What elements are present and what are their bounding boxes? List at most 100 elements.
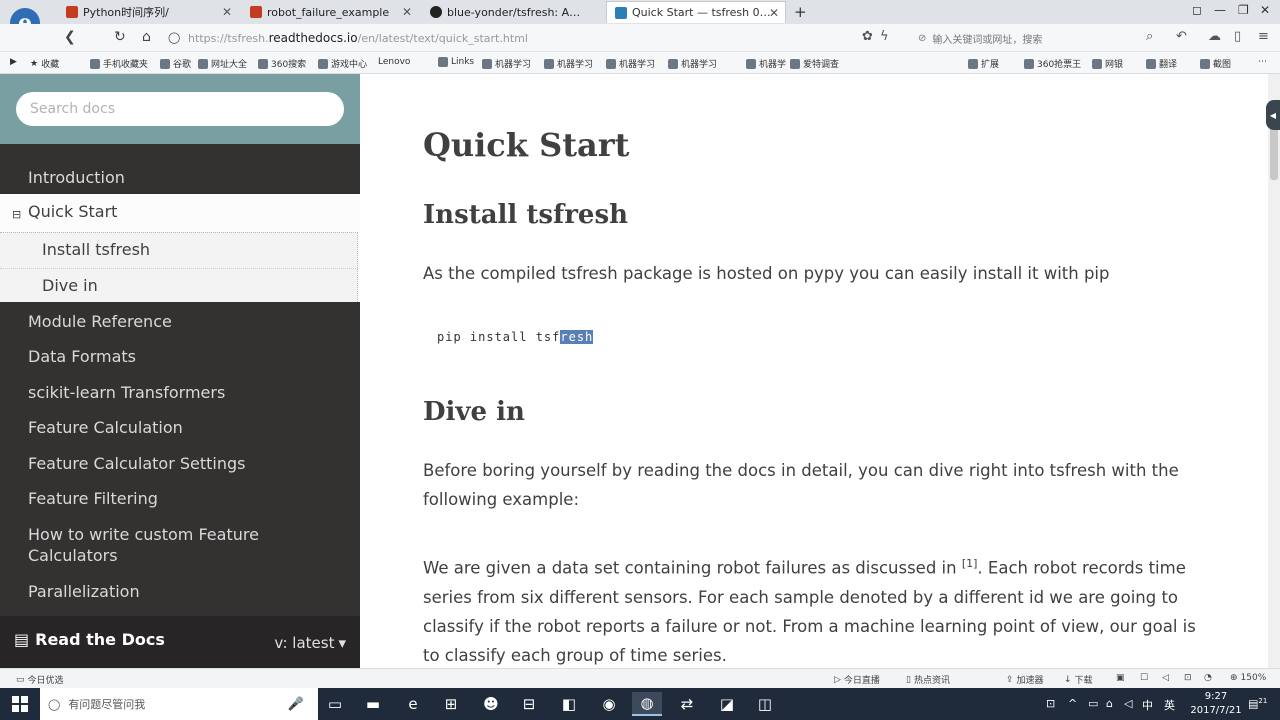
bookmark-item[interactable]: ★ 收藏 — [30, 57, 59, 71]
bookmark-item[interactable]: 爱特调查 — [790, 57, 839, 70]
app-icon[interactable]: ⊟ — [514, 692, 544, 716]
bookmark-item[interactable]: Lenovo — [378, 57, 410, 67]
bookmark-item[interactable]: Links — [438, 57, 474, 67]
bookmark-item[interactable]: 截图 — [1200, 57, 1231, 70]
compat-mode-icon[interactable]: ✿ — [862, 29, 873, 44]
status-news[interactable]: ▯ 热点资讯 — [906, 673, 950, 687]
language-indicator[interactable]: 英 — [1164, 697, 1175, 713]
citation-link[interactable]: [1] — [962, 557, 978, 570]
tray-icon[interactable]: ⊡ — [1046, 697, 1055, 710]
phone-icon[interactable]: ▯ — [1234, 29, 1241, 44]
status-daily-picks[interactable]: ▭ 今日优选 — [16, 673, 64, 687]
store-icon[interactable]: ⊞ — [436, 692, 466, 716]
sidebar-item-module-reference[interactable]: Module Reference — [28, 312, 172, 331]
bookmark-item[interactable]: 机器学习 — [606, 57, 655, 70]
status-icon[interactable]: ▣ — [1116, 673, 1125, 683]
search-input[interactable]: ⊘ 输入关键词或网址，搜索 — [918, 28, 1158, 48]
cortana-search-input[interactable]: ◯ 有问题尽管问我 🎤 — [40, 688, 318, 720]
app-icon[interactable]: ⇄ — [672, 692, 702, 716]
clock[interactable]: 9:27 2017/7/21 — [1190, 690, 1242, 718]
360-browser-icon[interactable]: ◉ — [594, 692, 624, 716]
more-icon[interactable]: ⋯ — [1258, 57, 1267, 67]
minimize-icon[interactable]: — — [1214, 3, 1226, 17]
volume-icon[interactable]: ◁ — [1124, 697, 1132, 710]
sidebar-item-sklearn-transformers[interactable]: scikit-learn Transformers — [28, 383, 225, 402]
app-icon[interactable]: ◫ — [750, 692, 780, 716]
windows-start-icon[interactable] — [12, 696, 28, 712]
status-icon[interactable]: ☐ — [1140, 673, 1148, 683]
app-icon[interactable]: ◧ — [554, 692, 584, 716]
bookmark-item[interactable]: 机器学 — [746, 57, 786, 70]
sidebar-item-calculator-settings[interactable]: Feature Calculator Settings — [28, 454, 246, 473]
notification-icon[interactable]: ▤21 — [1248, 697, 1267, 711]
sidebar-item-data-formats[interactable]: Data Formats — [28, 347, 136, 366]
search-input[interactable] — [16, 92, 344, 126]
bookmark-item[interactable]: 翻译 — [1146, 57, 1177, 70]
home-icon[interactable]: ⌂ — [142, 29, 151, 45]
close-window-icon[interactable]: ✕ — [1260, 3, 1270, 17]
menu-icon[interactable]: ≡ — [1258, 29, 1269, 44]
sidebar-subitem-dive-in[interactable]: Dive in — [42, 276, 98, 295]
bookmark-item[interactable]: 机器学习 — [668, 57, 717, 70]
skin-icon[interactable]: ◻ — [1192, 3, 1202, 17]
sidebar-item-quick-start[interactable]: Quick Start — [28, 202, 117, 221]
sidebar-item-introduction[interactable]: Introduction — [28, 168, 125, 187]
microphone-icon[interactable]: 🎤 — [288, 697, 304, 712]
cloud-icon[interactable]: ☁ — [1208, 29, 1221, 44]
undo-icon[interactable]: ↶ — [1176, 29, 1187, 44]
status-icon[interactable]: ◔ — [1204, 673, 1212, 683]
bookmark-item[interactable]: 网址大全 — [198, 57, 247, 70]
bookmark-item[interactable]: 机器学习 — [482, 57, 531, 70]
battery-icon[interactable]: ▭ — [1088, 697, 1098, 710]
bookmark-item[interactable]: 谷歌 — [160, 57, 191, 70]
task-view-icon[interactable]: ▭ — [320, 692, 350, 716]
tab-python-series[interactable]: Python时间序列/ ✕ — [58, 1, 238, 23]
bookmark-item[interactable]: 360抢票王 — [1024, 57, 1081, 70]
file-explorer-icon[interactable]: ▬ — [358, 692, 388, 716]
tab-robot-failure[interactable]: robot_failure_example ✕ — [242, 1, 418, 23]
restore-icon[interactable]: ❐ — [1238, 3, 1249, 17]
search-go-icon[interactable]: ⌕ — [1146, 29, 1153, 44]
sidebar-item-custom-calculators[interactable]: How to write custom Feature — [28, 525, 259, 544]
flash-icon[interactable]: ϟ — [880, 29, 889, 44]
network-icon[interactable]: ⌂ — [1106, 697, 1113, 710]
bookmark-item[interactable]: 游戏中心 — [318, 57, 367, 70]
sidebar-item-parallelization[interactable]: Parallelization — [28, 582, 140, 601]
status-icon[interactable]: ⊡ — [1184, 673, 1192, 683]
tray-icon[interactable]: ^ — [1068, 697, 1077, 710]
bookmark-item[interactable]: 360搜索 — [258, 57, 306, 70]
sidebar-item-feature-filtering[interactable]: Feature Filtering — [28, 489, 158, 508]
new-tab-plus-icon[interactable]: + — [794, 3, 807, 21]
bookmark-item[interactable]: 手机收藏夹 — [90, 57, 148, 70]
refresh-icon[interactable]: ↻ — [114, 29, 126, 45]
mute-icon[interactable]: ◁ — [1162, 673, 1169, 683]
status-accelerator[interactable]: ⇪ 加速器 — [1006, 673, 1044, 687]
back-icon[interactable]: ❮ — [64, 29, 76, 45]
side-widget-icon[interactable]: ◀ — [1266, 100, 1280, 130]
bookmark-item[interactable]: 扩展 — [968, 57, 999, 70]
bookmark-item[interactable]: 网银 — [1092, 57, 1123, 70]
edge-icon[interactable]: e — [398, 692, 428, 716]
zoom-level[interactable]: ⊕ 150% — [1230, 673, 1266, 683]
close-icon[interactable]: ✕ — [222, 5, 232, 19]
app-icon[interactable]: ◪ — [712, 692, 742, 716]
sidebar-item-custom-calculators-line2[interactable]: Calculators — [28, 546, 118, 565]
ime-icon[interactable]: 中 — [1142, 697, 1153, 713]
close-icon[interactable]: ✕ — [402, 5, 412, 19]
collapse-icon[interactable]: ⊟ — [12, 208, 21, 221]
version-selector[interactable]: v: latest ▾ — [274, 634, 346, 652]
app-icon[interactable]: ☻ — [476, 692, 506, 716]
status-live[interactable]: ▷ 今日直播 — [834, 673, 880, 687]
url-field[interactable]: https://tsfresh.readthedocs.io/en/latest… — [188, 31, 528, 45]
tab-github-tsfresh[interactable]: blue-yonder/tsfresh: Automat — [422, 1, 602, 23]
status-downloads[interactable]: ↓ 下载 — [1064, 673, 1093, 687]
close-icon[interactable]: ✕ — [769, 6, 779, 20]
tab-quick-start[interactable]: Quick Start — tsfresh 0.8.1.po ✕ — [606, 1, 786, 23]
bookmarks-toggle-icon[interactable]: ▶ — [10, 57, 17, 67]
sidebar-item-feature-calculation[interactable]: Feature Calculation — [28, 418, 183, 437]
rtd-label[interactable]: ▤ Read the Docs — [14, 630, 165, 649]
sidebar-subitem-install[interactable]: Install tsfresh — [42, 240, 150, 259]
bookmark-item[interactable]: 机器学习 — [544, 57, 593, 70]
active-browser-icon[interactable]: ◍ — [632, 692, 662, 716]
code-block[interactable]: pip install tsfresh — [437, 330, 594, 344]
